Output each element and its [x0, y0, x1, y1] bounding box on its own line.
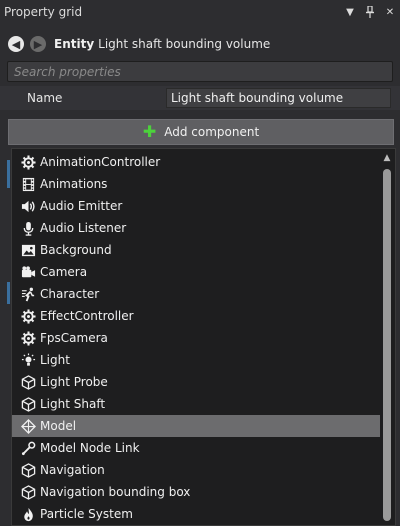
row-marker	[7, 160, 10, 188]
name-field[interactable]: Light shaft bounding volume	[166, 88, 391, 108]
component-item[interactable]: Character	[12, 283, 380, 305]
component-item-label: Particle System	[40, 507, 133, 521]
entity-label: Entity	[54, 37, 95, 51]
component-item[interactable]: Navigation	[12, 459, 380, 481]
cube-icon	[19, 461, 37, 479]
scroll-up-icon[interactable]: ▲	[382, 153, 392, 163]
component-item[interactable]: Audio Listener	[12, 217, 380, 239]
back-icon[interactable]: ◀	[8, 36, 24, 52]
entity-header: ◀ ▶ Entity Light shaft bounding volume	[0, 30, 400, 58]
link-icon	[19, 439, 37, 457]
forward-icon[interactable]: ▶	[30, 36, 46, 52]
name-label: Name	[27, 91, 63, 105]
component-item-label: Navigation	[40, 463, 105, 477]
component-item[interactable]: Navigation bounding box	[12, 481, 380, 503]
add-component-button[interactable]: ✚ Add component	[8, 119, 394, 145]
gear-icon	[19, 153, 37, 171]
component-item-label: Light Probe	[40, 375, 108, 389]
camera-icon	[19, 263, 37, 281]
component-item-label: AnimationController	[40, 155, 161, 169]
image-icon	[19, 241, 37, 259]
cube-icon	[19, 373, 37, 391]
panel-title: Property grid	[4, 5, 83, 19]
component-item-label: Light Shaft	[40, 397, 106, 411]
component-list: AnimationController Animations Audio Emitt…	[12, 151, 380, 525]
plus-icon: ✚	[142, 122, 157, 141]
component-item[interactable]: Camera	[12, 261, 380, 283]
close-icon[interactable]: ✕	[380, 2, 400, 22]
component-item-label: EffectController	[40, 309, 134, 323]
name-property-row: Name Light shaft bounding volume	[0, 86, 400, 110]
component-item[interactable]: Light	[12, 349, 380, 371]
component-item[interactable]: Light Probe	[12, 371, 380, 393]
entity-name: Light shaft bounding volume	[98, 37, 271, 51]
component-dropdown[interactable]: AnimationController Animations Audio Emitt…	[11, 148, 396, 526]
search-box[interactable]	[7, 61, 393, 82]
component-item[interactable]: Model	[12, 415, 380, 437]
speaker-icon	[19, 197, 37, 215]
flame-icon	[19, 505, 37, 523]
component-item[interactable]: FpsCamera	[12, 327, 380, 349]
component-item[interactable]: AnimationController	[12, 151, 380, 173]
component-item[interactable]: Background	[12, 239, 380, 261]
component-item-label: Navigation bounding box	[40, 485, 191, 499]
search-input[interactable]	[14, 64, 392, 79]
component-item-label: Light	[40, 353, 70, 367]
cube-icon	[19, 483, 37, 501]
add-component-label: Add component	[164, 125, 260, 139]
panel-titlebar: Property grid ▼ ✕	[0, 0, 400, 24]
character-icon	[19, 285, 37, 303]
component-item[interactable]: EffectController	[12, 305, 380, 327]
component-item-label: Model Node Link	[40, 441, 140, 455]
microphone-icon	[19, 219, 37, 237]
row-marker	[7, 282, 10, 304]
component-item-label: Background	[40, 243, 112, 257]
component-item-label: Audio Emitter	[40, 199, 123, 213]
triangle-down-icon[interactable]: ▼	[340, 2, 360, 22]
film-icon	[19, 175, 37, 193]
component-item[interactable]: Model Node Link	[12, 437, 380, 459]
component-item-label: FpsCamera	[40, 331, 108, 345]
component-item[interactable]: Animations	[12, 173, 380, 195]
component-item-label: Model	[40, 419, 77, 433]
component-item-label: Camera	[40, 265, 88, 279]
component-item-label: Character	[40, 287, 100, 301]
gear-icon	[19, 329, 37, 347]
component-item-label: Audio Listener	[40, 221, 127, 235]
model-icon	[19, 417, 37, 435]
component-item[interactable]: Particle System	[12, 503, 380, 525]
scroll-thumb[interactable]	[383, 169, 391, 521]
scrollbar[interactable]: ▲	[380, 151, 394, 525]
light-icon	[19, 351, 37, 369]
component-item[interactable]: Audio Emitter	[12, 195, 380, 217]
component-item[interactable]: Light Shaft	[12, 393, 380, 415]
gear-icon	[19, 307, 37, 325]
cube-icon	[19, 395, 37, 413]
pin-icon[interactable]	[360, 2, 380, 22]
component-item-label: Animations	[40, 177, 108, 191]
